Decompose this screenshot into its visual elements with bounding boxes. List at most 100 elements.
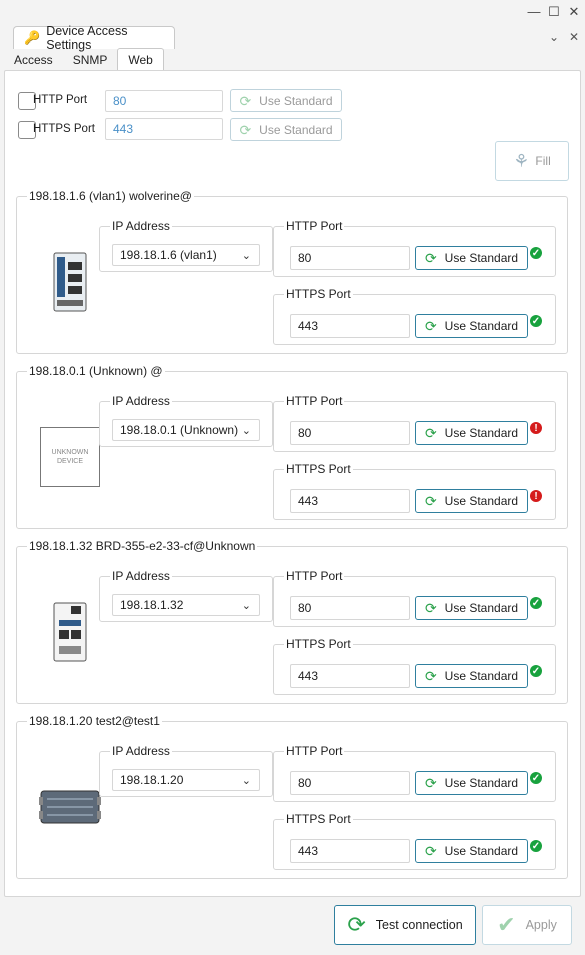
device-image: UNKNOWN DEVICE [35, 422, 105, 492]
ok-status-icon: ✓ [530, 772, 542, 784]
fill-button[interactable]: ⚘ Fill [495, 141, 569, 181]
http-port-group: HTTP Port 80 ⟳ Use Standard ! [273, 394, 556, 452]
device-group: 198.18.1.32 BRD-355-e2-33-cf@Unknown IP … [16, 539, 568, 704]
web-settings-panel: HTTP Port 80 ⟳ Use Standard HTTPS Port 4… [4, 70, 581, 897]
document-tab[interactable]: 🔑 Device Access Settings [13, 24, 175, 52]
inner-tabs: Access SNMP Web [4, 48, 164, 71]
http-port-label: HTTP Port [286, 569, 343, 583]
https-port-input[interactable]: 443 [290, 489, 410, 513]
http-use-standard-button[interactable]: ⟳ Use Standard [415, 771, 528, 795]
https-port-label: HTTPS Port [286, 812, 351, 826]
refresh-icon: ⟳ [424, 425, 437, 441]
https-use-standard-button[interactable]: ⟳ Use Standard [415, 839, 528, 863]
global-http-use-standard-button[interactable]: ⟳ Use Standard [230, 89, 342, 112]
https-port-input[interactable]: 443 [290, 664, 410, 688]
http-port-group: HTTP Port 80 ⟳ Use Standard ✓ [273, 569, 556, 627]
chevron-down-icon: ⌄ [241, 599, 251, 612]
https-use-standard-button[interactable]: ⟳ Use Standard [415, 664, 528, 688]
refresh-icon: ⟳ [424, 250, 437, 266]
refresh-icon: ⟳ [424, 668, 437, 684]
refresh-icon: ⟳ [424, 318, 437, 334]
refresh-icon: ⟳ [424, 493, 437, 509]
fill-icon: ⚘ [513, 150, 530, 171]
global-http-label: HTTP Port [33, 94, 88, 106]
device-title: 198.18.0.1 (Unknown) @ [29, 364, 163, 378]
tab-access[interactable]: Access [4, 48, 63, 71]
error-status-icon: ! [530, 422, 542, 434]
ip-address-label: IP Address [112, 744, 170, 758]
tab-snmp[interactable]: SNMP [63, 48, 118, 71]
close-panel-icon[interactable]: ✕ [567, 30, 581, 44]
ip-address-label: IP Address [112, 394, 170, 408]
test-connection-button[interactable]: ⟳ Test connection [334, 905, 476, 945]
ip-address-select[interactable]: 198.18.0.1 (Unknown) ⌄ [112, 419, 260, 441]
refresh-icon: ⟳ [239, 92, 252, 109]
refresh-icon: ⟳ [239, 121, 252, 138]
ok-status-icon: ✓ [530, 247, 542, 259]
device-group: 198.18.0.1 (Unknown) @ UNKNOWN DEVICE IP… [16, 364, 568, 529]
http-port-input[interactable]: 80 [290, 246, 410, 270]
refresh-icon: ⟳ [347, 912, 366, 937]
tab-web[interactable]: Web [117, 48, 164, 71]
https-use-standard-button[interactable]: ⟳ Use Standard [415, 314, 528, 338]
http-port-group: HTTP Port 80 ⟳ Use Standard ✓ [273, 219, 556, 277]
chevron-down-icon: ⌄ [241, 774, 251, 787]
device-image [35, 597, 105, 667]
http-port-input[interactable]: 80 [290, 596, 410, 620]
device-image [35, 247, 105, 317]
device-group: 198.18.1.6 (vlan1) wolverine@ IP Address… [16, 189, 568, 354]
panel-tools: ⌄ ✕ [547, 30, 581, 44]
https-port-group: HTTPS Port 443 ⟳ Use Standard ✓ [273, 637, 556, 695]
device-group: 198.18.1.20 test2@test1 IP Address 198.1… [16, 714, 568, 879]
device-title: 198.18.1.32 BRD-355-e2-33-cf@Unknown [29, 539, 256, 553]
https-port-group: HTTPS Port 443 ⟳ Use Standard ✓ [273, 812, 556, 870]
https-port-input[interactable]: 443 [290, 839, 410, 863]
https-port-label: HTTPS Port [286, 637, 351, 651]
https-port-group: HTTPS Port 443 ⟳ Use Standard ! [273, 462, 556, 520]
https-port-label: HTTPS Port [286, 287, 351, 301]
ip-address-group: IP Address 198.18.1.20 ⌄ [99, 744, 273, 797]
http-use-standard-button[interactable]: ⟳ Use Standard [415, 596, 528, 620]
http-port-label: HTTP Port [286, 219, 343, 233]
device-image [35, 772, 105, 842]
global-https-use-standard-button[interactable]: ⟳ Use Standard [230, 118, 342, 141]
http-use-standard-button[interactable]: ⟳ Use Standard [415, 246, 528, 270]
http-port-input[interactable]: 80 [290, 771, 410, 795]
minimize-icon[interactable]: — [527, 4, 541, 18]
ip-address-select[interactable]: 198.18.1.32 ⌄ [112, 594, 260, 616]
key-icon: 🔑 [24, 30, 41, 45]
apply-button[interactable]: ✔ Apply [482, 905, 572, 945]
error-status-icon: ! [530, 490, 542, 502]
global-http-input[interactable]: 80 [105, 90, 223, 112]
https-port-input[interactable]: 443 [290, 314, 410, 338]
device-title: 198.18.1.6 (vlan1) wolverine@ [29, 189, 192, 203]
ip-address-select[interactable]: 198.18.1.20 ⌄ [112, 769, 260, 791]
http-port-input[interactable]: 80 [290, 421, 410, 445]
http-port-group: HTTP Port 80 ⟳ Use Standard ✓ [273, 744, 556, 802]
https-port-group: HTTPS Port 443 ⟳ Use Standard ✓ [273, 287, 556, 345]
http-port-label: HTTP Port [286, 394, 343, 408]
refresh-icon: ⟳ [424, 843, 437, 859]
global-https-input[interactable]: 443 [105, 118, 223, 140]
https-port-label: HTTPS Port [286, 462, 351, 476]
footer-bar: ⟳ Test connection ✔ Apply [0, 899, 585, 955]
ip-address-group: IP Address 198.18.0.1 (Unknown) ⌄ [99, 394, 273, 447]
chevron-down-icon: ⌄ [241, 249, 251, 262]
chevron-down-icon: ⌄ [241, 424, 251, 437]
close-icon[interactable]: ✕ [567, 4, 581, 18]
ip-address-label: IP Address [112, 219, 170, 233]
ip-address-group: IP Address 198.18.1.32 ⌄ [99, 569, 273, 622]
maximize-icon[interactable]: ☐ [547, 4, 561, 18]
global-https-label: HTTPS Port [33, 123, 95, 135]
refresh-icon: ⟳ [424, 775, 437, 791]
unknown-device-icon: UNKNOWN DEVICE [40, 427, 100, 487]
ok-status-icon: ✓ [530, 840, 542, 852]
http-use-standard-button[interactable]: ⟳ Use Standard [415, 421, 528, 445]
ip-address-select[interactable]: 198.18.1.6 (vlan1) ⌄ [112, 244, 260, 266]
chevron-down-icon[interactable]: ⌄ [547, 30, 561, 44]
https-use-standard-button[interactable]: ⟳ Use Standard [415, 489, 528, 513]
http-port-label: HTTP Port [286, 744, 343, 758]
device-title: 198.18.1.20 test2@test1 [29, 714, 160, 728]
window-controls: — ☐ ✕ [527, 4, 581, 18]
checkmark-icon: ✔ [497, 912, 516, 937]
